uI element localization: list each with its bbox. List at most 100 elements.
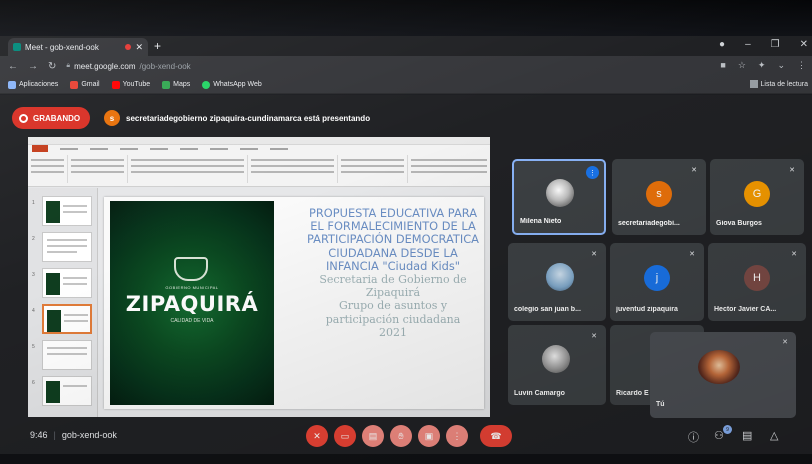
captions-icon[interactable]: ▤ [362,425,384,447]
participant-tile[interactable]: ✕ s secretariadegobi... [612,159,706,235]
presentation-view[interactable]: 1 2 3 4 5 6 GOBIERNO MUNICIPAL ZIPAQUIRÁ [28,137,490,417]
participant-tile[interactable]: ⋮ Milena Nieto [512,159,606,235]
recording-label: GRABANDO [33,113,81,123]
maps-icon [162,80,171,89]
screen: Meet - gob-xend-ook ✕ + ● – ❐ ✕ ← → ↻ 🔒︎… [0,0,812,464]
slide-thumbnails: 1 2 3 4 5 6 [28,188,98,417]
minimize-icon[interactable]: – [745,39,751,50]
tabs-search-icon[interactable]: ⌄ [777,60,785,71]
participant-avatar [546,179,574,207]
url-field[interactable]: 🔒︎ meet.google.com/gob-xend-ook [66,62,190,71]
bookmark-apps[interactable]: Aplicaciones [8,80,58,89]
slide-text: PROPUESTA EDUCATIVA PARA EL FORMALECIMIE… [302,206,484,339]
extensions-icon[interactable]: ✦ [758,60,766,71]
self-name: Tú [656,401,665,408]
back-icon[interactable]: ← [8,61,18,72]
participant-tile[interactable]: ✕ colegio san juan b... [508,243,606,321]
mic-muted-icon: ✕ [791,251,797,258]
participant-avatar: H [744,265,770,291]
participant-name: juventud zipaquira [616,306,678,313]
slide-title-line: CIUDADANA DESDE LA [328,245,458,260]
restore-icon[interactable]: ❐ [771,39,780,50]
participant-name: Milena Nieto [520,218,562,225]
microphone-off-icon[interactable]: ✕ [306,425,328,447]
tab-title: Meet - gob-xend-ook [25,42,99,52]
participant-name: secretariadegobi... [618,220,680,227]
more-options-icon[interactable]: ⋮ [446,425,468,447]
participant-name: Luvin Camargo [514,390,565,397]
bookmark-youtube[interactable]: YouTube [111,80,150,89]
end-call-icon[interactable]: ☎︎ [480,425,512,447]
cover-tagline: CALIDAD DE VIDA [170,318,214,324]
slide-thumbnail[interactable] [42,376,92,406]
raise-hand-icon[interactable]: ✋︎ [390,425,412,447]
activities-icon[interactable]: △ [770,429,778,442]
current-slide: GOBIERNO MUNICIPAL ZIPAQUIRÁ CALIDAD DE … [104,197,484,409]
cover-city: ZIPAQUIRÁ [125,292,259,316]
slide-thumbnail[interactable] [42,340,92,370]
reading-list[interactable]: Lista de lectura [749,80,808,88]
window-controls: ● – ❐ ✕ [719,39,808,50]
self-camera-feed [698,350,740,384]
cover-gov-label: GOBIERNO MUNICIPAL [165,285,219,290]
participant-avatar [542,345,570,373]
coat-of-arms-icon [174,257,208,281]
presenter-notice: s secretariadegobierno zipaquira-cundina… [104,108,370,128]
slide-thumbnail[interactable] [42,232,92,262]
whatsapp-icon [202,80,211,89]
bookmark-whatsapp[interactable]: WhatsApp Web [202,80,262,89]
meeting-info: 9:46 | gob-xend-ook [30,430,117,440]
bookmarks-bar: Aplicaciones Gmail YouTube Maps WhatsApp… [0,76,812,94]
reading-list-icon [749,80,758,88]
bookmark-maps[interactable]: Maps [162,80,190,89]
camera-off-icon[interactable]: ▭ [334,425,356,447]
participant-name: Hector Javier CA... [714,306,777,313]
close-window-icon[interactable]: ✕ [800,39,808,50]
recording-dot-icon [125,44,132,50]
participant-tile[interactable]: ✕ G Giova Burgos [710,159,804,235]
slide-thumbnail[interactable] [42,196,92,226]
bookmark-gmail[interactable]: Gmail [70,80,100,89]
self-view-tile[interactable]: ✕ Tú [650,332,796,418]
profile-dot-icon[interactable]: ● [719,39,725,50]
meeting-time: 9:46 [30,430,48,440]
participant-avatar: j [644,265,670,291]
participant-avatar [546,263,574,291]
slide-title-line: INFANCIA "Ciudad Kids" [325,258,461,273]
tab-meet[interactable]: Meet - gob-xend-ook ✕ [8,38,148,56]
slide-thumbnail[interactable] [42,268,92,298]
camera-in-use-icon[interactable]: ■ [720,60,725,71]
participant-name: Ricardo E [616,390,649,397]
participant-tile[interactable]: ✕ j juventud zipaquira [610,243,704,321]
new-tab-icon[interactable]: + [154,39,161,53]
forward-icon[interactable]: → [28,61,38,72]
close-tab-icon[interactable]: ✕ [135,42,143,53]
people-icon[interactable]: ⚇ 9 [714,425,732,442]
os-taskbar [0,454,812,464]
reload-icon[interactable]: ↻ [48,61,56,72]
participant-tile[interactable]: ✕ Luvin Camargo [508,325,606,405]
recording-icon [19,113,28,123]
present-icon[interactable]: ▣ [418,425,440,447]
star-icon[interactable]: ☆ [738,60,746,71]
participants-count-badge: 9 [723,425,732,434]
slide-body-line: Grupo de asuntos y [338,299,448,313]
participant-tile[interactable]: ✕ H Hector Javier CA... [708,243,806,321]
participant-name: colegio san juan b... [514,306,581,313]
meeting-code: gob-xend-ook [61,430,117,440]
book-cover: GOBIERNO MUNICIPAL ZIPAQUIRÁ CALIDAD DE … [110,201,274,405]
recording-banner[interactable]: GRABANDO [12,107,91,129]
powerpoint-ribbon [28,137,490,187]
menu-icon[interactable]: ⋮ [797,60,806,71]
meet-room: GRABANDO s secretariadegobierno zipaquir… [0,95,812,464]
mic-muted-icon: ✕ [591,251,597,258]
slide-body-line: 2021 [379,325,407,339]
participant-avatar: G [744,181,770,207]
slide-body-line: Zipaquirá [365,286,421,300]
meeting-details-icon[interactable]: ⓘ [688,429,699,445]
mic-muted-icon: ✕ [591,333,597,340]
chat-icon[interactable]: ▤ [742,429,752,442]
mic-muted-icon: ✕ [782,339,788,346]
url-path: /gob-xend-ook [139,61,191,71]
slide-thumbnail-selected[interactable] [42,304,92,334]
